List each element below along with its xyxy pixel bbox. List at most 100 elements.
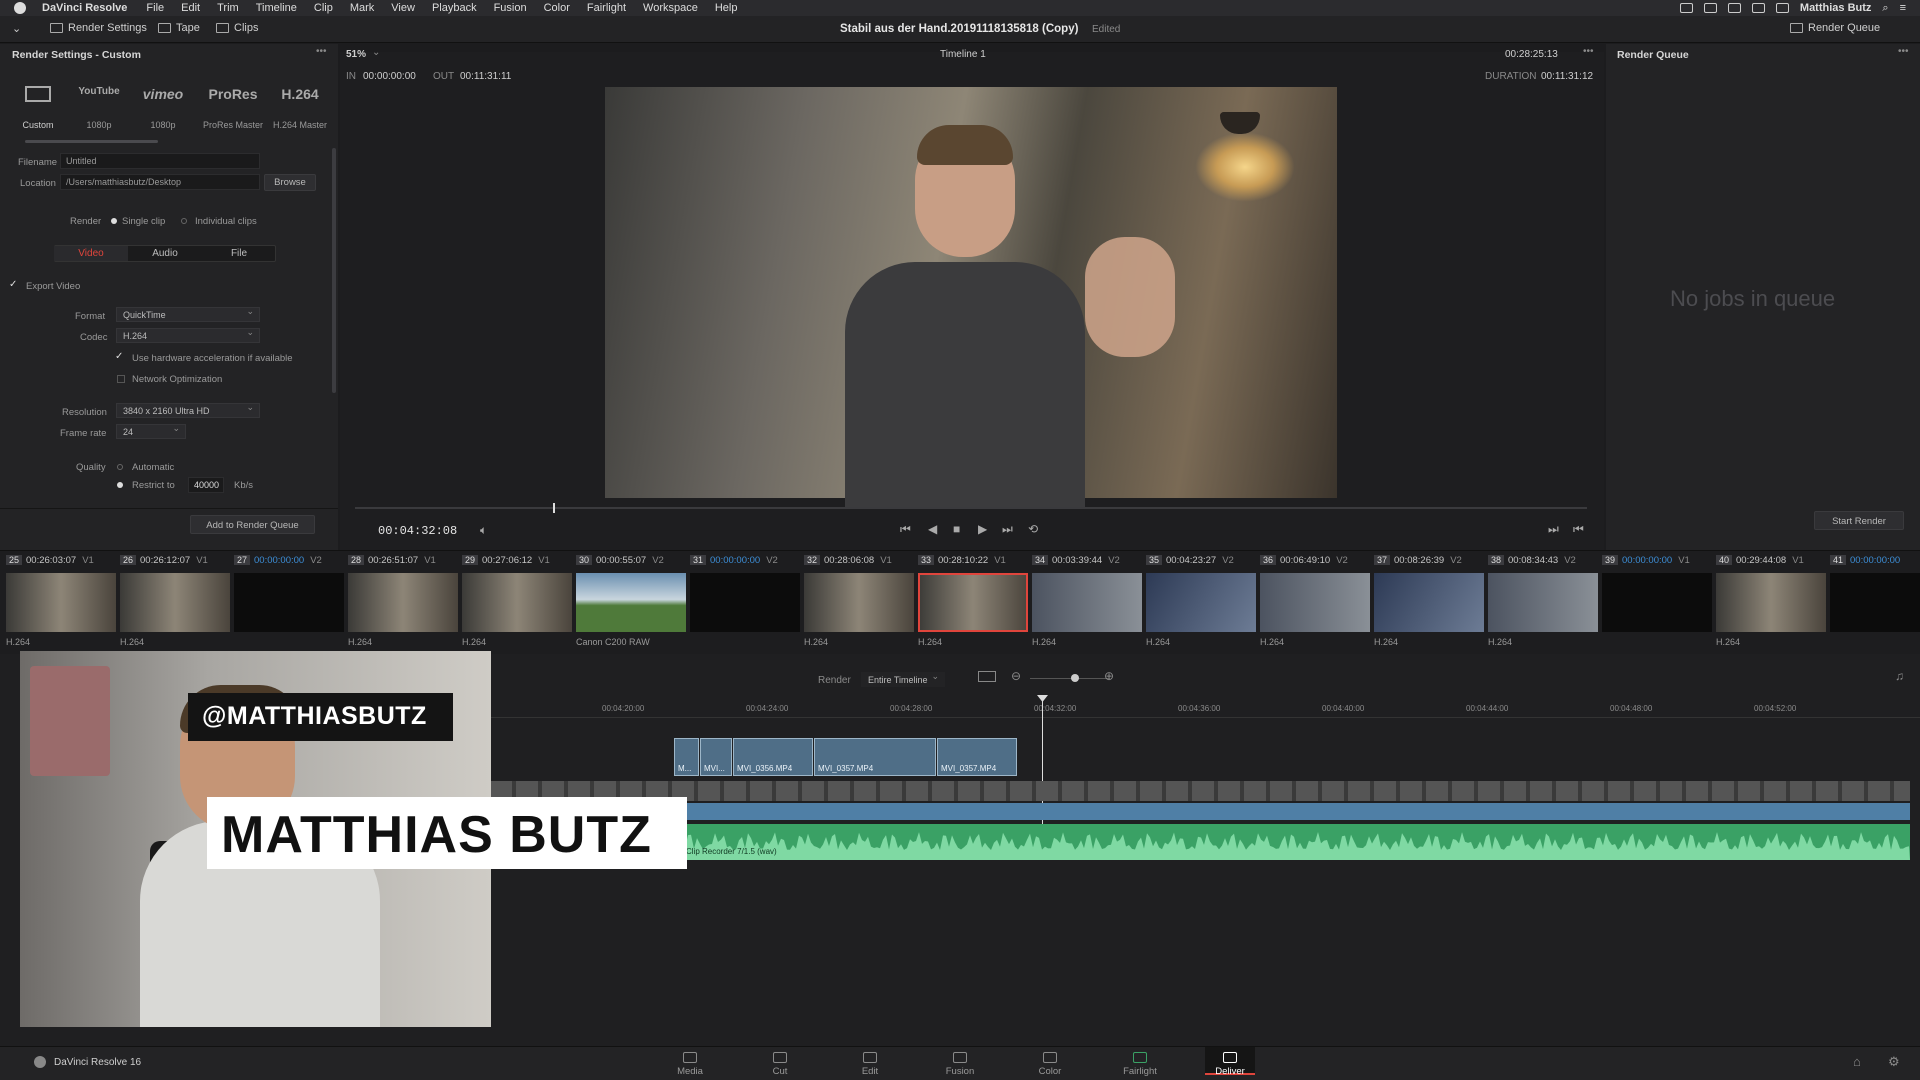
preset-youtube[interactable]: YouTube 1080p xyxy=(68,86,130,130)
location-field[interactable]: /Users/matthiasbutz/Desktop xyxy=(60,174,260,190)
wifi-icon[interactable] xyxy=(1751,3,1765,13)
page-color[interactable]: Color xyxy=(1025,1052,1075,1077)
timeline-selector[interactable]: Timeline 1 xyxy=(940,49,986,60)
cloud-icon[interactable] xyxy=(1703,3,1717,13)
clip-thumbnail[interactable] xyxy=(1032,573,1142,632)
search-icon[interactable]: ⌕ xyxy=(1882,2,1888,15)
page-cut[interactable]: Cut xyxy=(755,1052,805,1077)
video-clip[interactable]: MVI_0357.MP4 xyxy=(814,738,936,776)
hw-accel-checkbox[interactable]: ✓ xyxy=(115,351,123,362)
more-options-icon[interactable]: ••• xyxy=(316,46,327,57)
apple-icon[interactable] xyxy=(14,2,26,14)
zoom-in-icon[interactable]: ⊕ xyxy=(1104,669,1114,683)
clip-thumbnail[interactable] xyxy=(804,573,914,632)
play-reverse-icon[interactable]: ◀︎ xyxy=(928,522,937,536)
menu-file[interactable]: File xyxy=(146,2,164,14)
start-render-button[interactable]: Start Render xyxy=(1814,511,1904,530)
scrubber-playhead[interactable] xyxy=(553,503,555,513)
menu-fusion[interactable]: Fusion xyxy=(494,2,527,14)
render-queue-button[interactable]: Render Queue xyxy=(1790,22,1880,34)
browse-button[interactable]: Browse xyxy=(264,174,316,191)
render-settings-button[interactable]: Render Settings xyxy=(50,22,147,34)
framerate-dropdown[interactable]: 24 xyxy=(116,423,186,439)
preset-prores[interactable]: ProRes ProRes Master xyxy=(202,86,264,130)
screen-icon[interactable] xyxy=(1679,3,1693,13)
export-video-checkbox[interactable]: ✓ xyxy=(9,279,17,290)
restrict-to-radio[interactable] xyxy=(117,482,123,488)
video-clip[interactable]: M... xyxy=(674,738,699,776)
video-track-main[interactable] xyxy=(490,803,1910,820)
zoom-slider[interactable] xyxy=(1030,678,1110,679)
viewer-options-icon[interactable]: ••• xyxy=(1583,46,1594,57)
tape-button[interactable]: Tape xyxy=(158,22,200,34)
video-track-thumbnails[interactable] xyxy=(490,781,1910,801)
toggle-panel-button[interactable]: ⌄ xyxy=(12,22,21,35)
stop-icon[interactable]: ■ xyxy=(953,522,960,536)
page-fairlight[interactable]: Fairlight xyxy=(1115,1052,1165,1077)
audio-meter-icon[interactable]: ♫ xyxy=(1895,669,1904,683)
clip-thumbnail[interactable] xyxy=(1830,573,1920,632)
format-dropdown[interactable]: QuickTime xyxy=(116,306,260,322)
menu-timeline[interactable]: Timeline xyxy=(256,2,297,14)
resolution-dropdown[interactable]: 3840 x 2160 Ultra HD xyxy=(116,402,260,418)
go-to-end-icon[interactable]: ⏭︎ xyxy=(1002,522,1013,537)
quality-automatic-radio[interactable] xyxy=(117,464,123,470)
menu-clip[interactable]: Clip xyxy=(314,2,333,14)
timeline-view-icon[interactable] xyxy=(978,671,996,682)
video-clip[interactable]: MVI... xyxy=(700,738,732,776)
menu-playback[interactable]: Playback xyxy=(432,2,477,14)
clip-thumbnail[interactable] xyxy=(234,573,344,632)
clip-thumbnail[interactable] xyxy=(1260,573,1370,632)
queue-options-icon[interactable]: ••• xyxy=(1898,46,1909,57)
tab-video[interactable]: Video xyxy=(54,246,128,261)
preset-vimeo[interactable]: vimeo 1080p xyxy=(132,86,194,130)
clip-thumbnail[interactable] xyxy=(1374,573,1484,632)
menu-color[interactable]: Color xyxy=(544,2,570,14)
home-icon[interactable]: ⌂ xyxy=(1853,1054,1861,1069)
page-fusion[interactable]: Fusion xyxy=(935,1052,985,1077)
tab-audio[interactable]: Audio xyxy=(128,246,202,261)
add-to-render-queue-button[interactable]: Add to Render Queue xyxy=(190,515,315,534)
render-range-dropdown[interactable]: Entire Timeline xyxy=(861,671,945,687)
clip-thumbnail[interactable] xyxy=(690,573,800,632)
prev-marker-icon[interactable]: ⏮︎ xyxy=(1573,522,1584,537)
page-media[interactable]: Media xyxy=(665,1052,715,1077)
dropbox-icon[interactable] xyxy=(1727,3,1741,13)
bitrate-field[interactable]: 40000 xyxy=(188,477,224,493)
menu-help[interactable]: Help xyxy=(715,2,738,14)
user-name[interactable]: Matthias Butz xyxy=(1800,2,1872,14)
zoom-chevron-icon[interactable]: ⌄ xyxy=(372,47,380,58)
loop-icon[interactable]: ⟲ xyxy=(1028,522,1038,536)
clip-thumbnail[interactable] xyxy=(576,573,686,632)
clock-icon[interactable] xyxy=(1775,3,1789,13)
clip-thumbnail[interactable] xyxy=(348,573,458,632)
menu-trim[interactable]: Trim xyxy=(217,2,239,14)
preset-scrollbar[interactable] xyxy=(25,140,158,143)
single-clip-radio[interactable] xyxy=(111,218,117,224)
preset-custom[interactable]: Custom xyxy=(7,86,69,130)
menu-fairlight[interactable]: Fairlight xyxy=(587,2,626,14)
scrubber-track[interactable] xyxy=(355,507,1587,509)
menu-mark[interactable]: Mark xyxy=(350,2,374,14)
clips-button[interactable]: Clips xyxy=(216,22,258,34)
network-opt-checkbox[interactable] xyxy=(117,375,125,383)
volume-icon[interactable]: 🔈︎ xyxy=(480,523,487,538)
page-deliver[interactable]: Deliver xyxy=(1205,1047,1255,1077)
go-to-start-icon[interactable]: ⏮︎ xyxy=(900,522,911,537)
zoom-level[interactable]: 51% xyxy=(346,49,366,60)
timecode-top[interactable]: 00:28:25:13 xyxy=(1505,49,1558,60)
codec-dropdown[interactable]: H.264 xyxy=(116,327,260,343)
control-center-icon[interactable]: ≡ xyxy=(1900,2,1906,14)
video-clip[interactable]: MVI_0356.MP4 xyxy=(733,738,813,776)
play-icon[interactable]: ▶︎ xyxy=(978,522,987,536)
clip-thumbnail[interactable] xyxy=(1602,573,1712,632)
clip-thumbnail[interactable] xyxy=(6,573,116,632)
app-menu[interactable]: DaVinci Resolve xyxy=(42,2,127,14)
page-edit[interactable]: Edit xyxy=(845,1052,895,1077)
next-marker-icon[interactable]: ⏭︎ xyxy=(1548,522,1559,537)
settings-gear-icon[interactable]: ⚙︎ xyxy=(1888,1054,1900,1070)
zoom-slider-knob[interactable] xyxy=(1071,674,1079,682)
clip-thumbnail[interactable] xyxy=(120,573,230,632)
filename-field[interactable]: Untitled xyxy=(60,153,260,169)
settings-scrollbar[interactable] xyxy=(332,148,336,393)
